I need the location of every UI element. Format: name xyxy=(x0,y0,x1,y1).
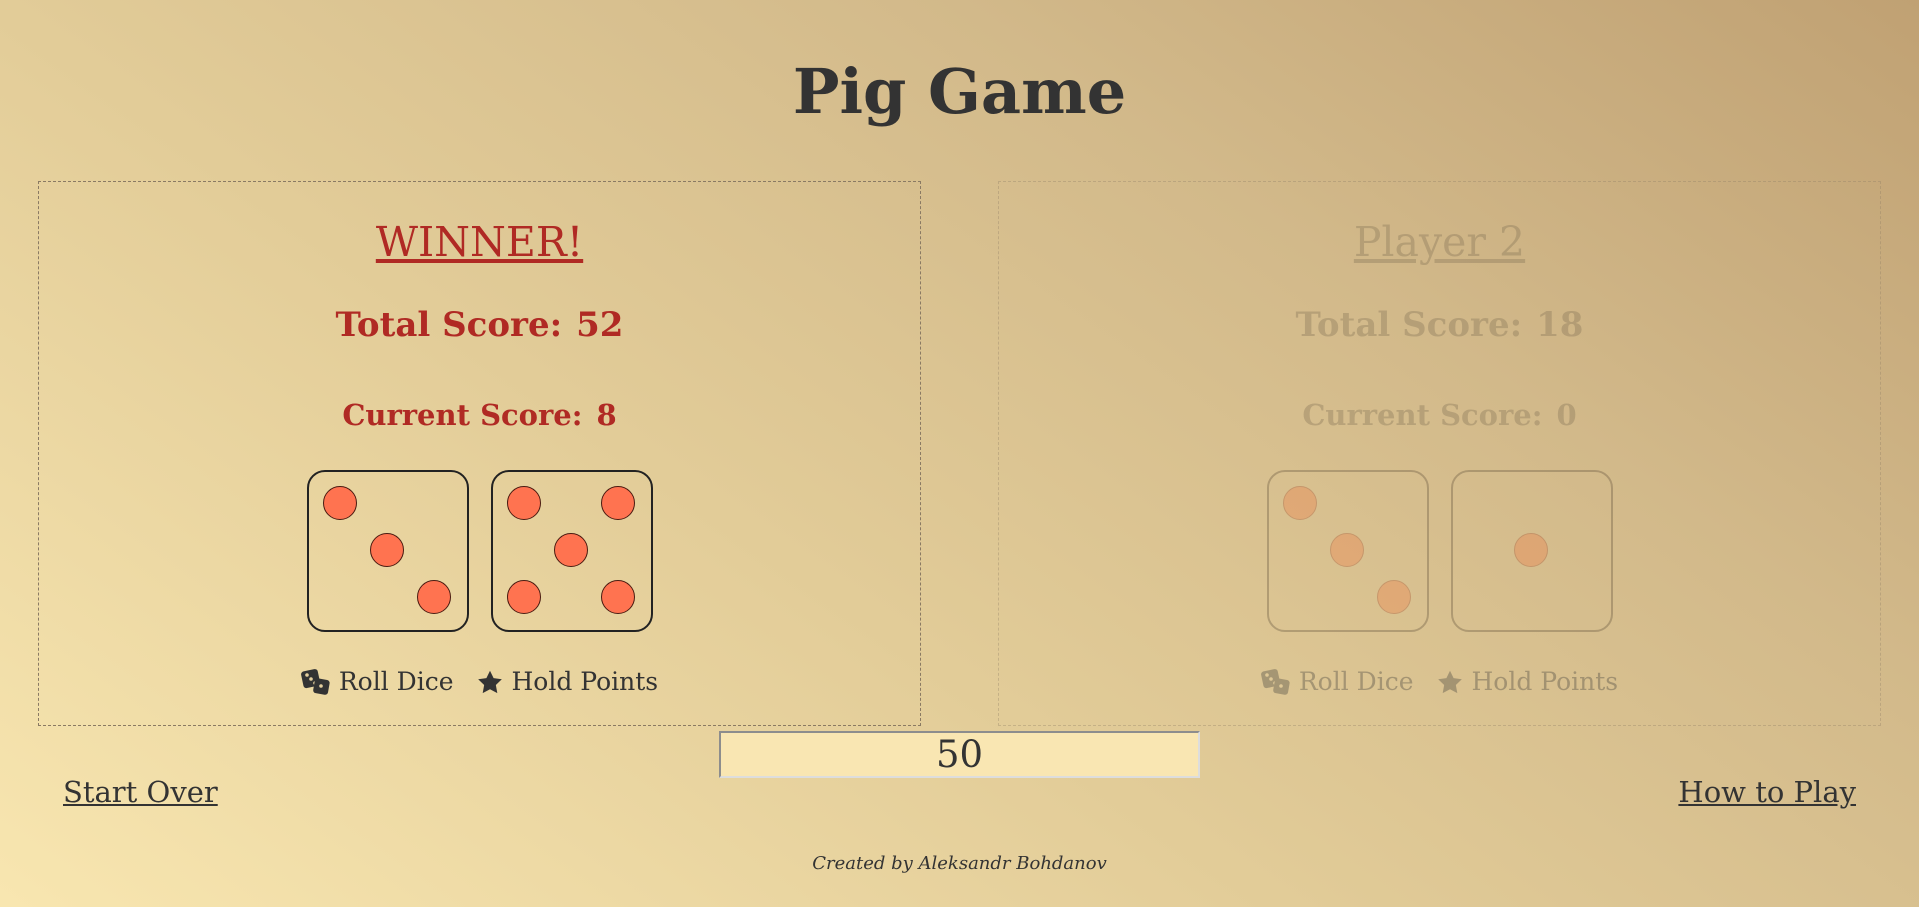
die-pip xyxy=(369,533,404,567)
die-pip xyxy=(416,580,451,614)
current-score-value: 0 xyxy=(1556,398,1577,432)
die xyxy=(1450,470,1613,632)
roll-dice-button[interactable]: Roll Dice xyxy=(300,662,454,702)
player-2-name: Player 2 xyxy=(1353,218,1526,266)
total-score-value: 18 xyxy=(1536,305,1584,345)
die-pip xyxy=(553,533,588,567)
die-pip xyxy=(1376,580,1411,614)
hold-points-label: Hold Points xyxy=(1471,667,1619,696)
die-pip xyxy=(1282,486,1317,520)
die-pip xyxy=(506,580,541,614)
player-2-panel: Player 2 Total Score: 18 Current Score: 0 … xyxy=(998,181,1881,726)
die-pip xyxy=(600,580,635,614)
player-1-current-score: Current Score: 8 xyxy=(39,393,920,437)
player-1-name: WINNER! xyxy=(375,218,584,266)
die-pip xyxy=(1329,533,1364,567)
star-icon xyxy=(1436,669,1464,696)
current-score-label: Current Score: xyxy=(342,398,583,432)
die-pip xyxy=(506,486,541,520)
total-score-label: Total Score: xyxy=(1295,305,1523,345)
player-2-dice xyxy=(999,470,1880,634)
dice-icon xyxy=(300,668,331,696)
page-title: Pig Game xyxy=(792,55,1127,128)
total-score-label: Total Score: xyxy=(335,305,563,345)
die xyxy=(306,470,469,632)
hold-points-label: Hold Points xyxy=(511,667,659,696)
current-score-label: Current Score: xyxy=(1302,398,1543,432)
hold-points-button[interactable]: Hold Points xyxy=(1436,662,1619,702)
player-2-current-score: Current Score: 0 xyxy=(999,393,1880,437)
total-score-value: 52 xyxy=(576,305,624,345)
hold-points-button[interactable]: Hold Points xyxy=(476,662,659,702)
die-pip xyxy=(1513,533,1548,567)
die-pip xyxy=(322,486,357,520)
player-1-panel: WINNER! Total Score: 52 Current Score: 8 R… xyxy=(38,181,921,726)
die-pip xyxy=(600,486,635,520)
star-icon xyxy=(476,669,504,696)
player-2-actions: Roll Dice Hold Points xyxy=(999,662,1880,702)
player-2-total-score: Total Score: 18 xyxy=(999,300,1880,350)
player-1-total-score: Total Score: 52 xyxy=(39,300,920,350)
how-to-play-link[interactable]: How to Play xyxy=(1678,770,1856,814)
credit-text: Created by Aleksandr Bohdanov xyxy=(812,853,1107,874)
roll-dice-button[interactable]: Roll Dice xyxy=(1260,662,1414,702)
player-1-dice xyxy=(39,470,920,634)
roll-dice-label: Roll Dice xyxy=(338,667,454,696)
die xyxy=(490,470,653,632)
dice-icon xyxy=(1260,668,1291,696)
roll-dice-label: Roll Dice xyxy=(1298,667,1414,696)
player-1-actions: Roll Dice Hold Points xyxy=(39,662,920,702)
start-over-link[interactable]: Start Over xyxy=(63,770,218,814)
current-score-value: 8 xyxy=(596,398,617,432)
die xyxy=(1266,470,1429,632)
target-score-input[interactable] xyxy=(719,731,1200,778)
